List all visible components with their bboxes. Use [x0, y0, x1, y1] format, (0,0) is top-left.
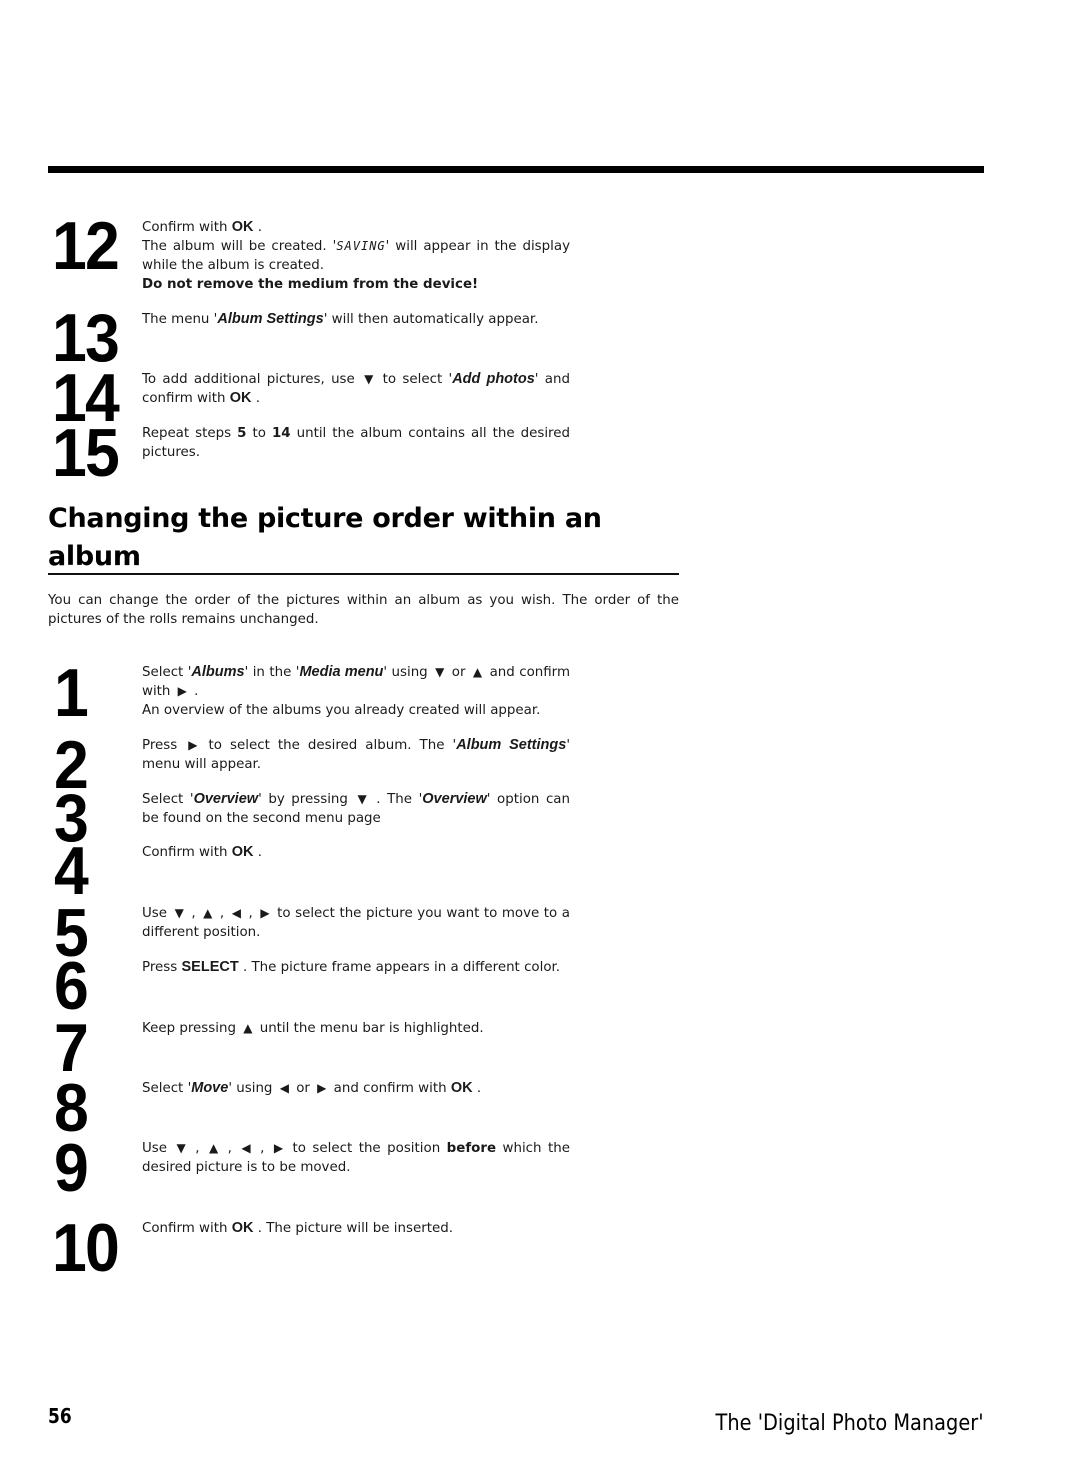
- step-number-10: 10: [52, 1210, 120, 1286]
- step-number-1: 1: [54, 655, 89, 731]
- step-12-text: Confirm with OK . The album will be crea…: [142, 218, 570, 294]
- step-4-text: Confirm with OK .: [142, 844, 262, 860]
- up-arrow-icon: ▲: [472, 665, 483, 679]
- down-arrow-icon: ▼: [435, 665, 445, 679]
- menu-name: Add photos: [452, 371, 535, 387]
- step-8-text: Select 'Move' using ◀ or ▶ and confirm w…: [142, 1080, 482, 1096]
- right-arrow-icon: ▶: [273, 1141, 284, 1155]
- left-arrow-icon: ◀: [231, 906, 241, 920]
- right-arrow-icon: ▶: [188, 738, 198, 752]
- ok-key: OK: [231, 1220, 254, 1236]
- heading-underline: [48, 573, 679, 575]
- chapter-title: The 'Digital Photo Manager': [716, 1411, 984, 1436]
- up-arrow-icon: ▲: [243, 1021, 253, 1035]
- up-arrow-icon: ▲: [203, 906, 213, 920]
- step-number-15: 15: [52, 415, 120, 491]
- right-arrow-icon: ▶: [317, 1081, 327, 1095]
- ok-key: OK: [229, 390, 252, 406]
- page-number: 56: [48, 1404, 72, 1428]
- select-key: SELECT: [181, 959, 239, 975]
- ok-key: OK: [231, 844, 254, 860]
- step-12-line1: Confirm with OK .: [142, 219, 262, 235]
- lcd-display-text: SAVING: [336, 239, 386, 253]
- step-1-text: Select 'Albums' in the 'Media menu' usin…: [142, 664, 570, 718]
- section-heading: Changing the picture order within an alb…: [48, 503, 602, 572]
- step-10-text: Confirm with OK . The picture will be in…: [142, 1220, 453, 1236]
- step-9-text: Use ▼ , ▲ , ◀ , ▶ to select the position…: [142, 1141, 570, 1175]
- step-14-text: To add additional pictures, use ▼ to sel…: [142, 371, 570, 406]
- step-12-warning: Do not remove the medium from the device…: [142, 277, 479, 292]
- left-arrow-icon: ◀: [279, 1081, 289, 1095]
- left-arrow-icon: ◀: [241, 1141, 251, 1155]
- down-arrow-icon: ▼: [174, 906, 184, 920]
- step-5-text: Use ▼ , ▲ , ◀ , ▶ to select the picture …: [142, 906, 570, 940]
- step-number-9: 9: [54, 1130, 89, 1206]
- ok-key: OK: [450, 1080, 473, 1096]
- step-6-text: Press SELECT . The picture frame appears…: [142, 959, 561, 975]
- right-arrow-icon: ▶: [260, 906, 270, 920]
- menu-name: Album Settings: [217, 311, 324, 327]
- section-intro: You can change the order of the pictures…: [48, 593, 679, 627]
- down-arrow-icon: ▼: [357, 792, 367, 806]
- step-2-text: Press ▶ to select the desired album. The…: [142, 737, 570, 772]
- step-12-line2: The album will be created. 'SAVING' will…: [142, 239, 570, 273]
- step-7-text: Keep pressing ▲ until the menu bar is hi…: [142, 1021, 484, 1036]
- step-number-12: 12: [52, 208, 120, 284]
- down-arrow-icon: ▼: [176, 1141, 186, 1155]
- header-rule: [48, 166, 984, 173]
- down-arrow-icon: ▼: [364, 372, 374, 386]
- right-arrow-icon: ▶: [177, 684, 187, 698]
- step-3-text: Select 'Overview' by pressing ▼ . The 'O…: [142, 791, 570, 826]
- up-arrow-icon: ▲: [208, 1141, 219, 1155]
- step-15-text: Repeat steps 5 to 14 until the album con…: [142, 426, 570, 460]
- step-13-text: The menu 'Album Settings' will then auto…: [142, 311, 539, 327]
- ok-key: OK: [231, 219, 254, 235]
